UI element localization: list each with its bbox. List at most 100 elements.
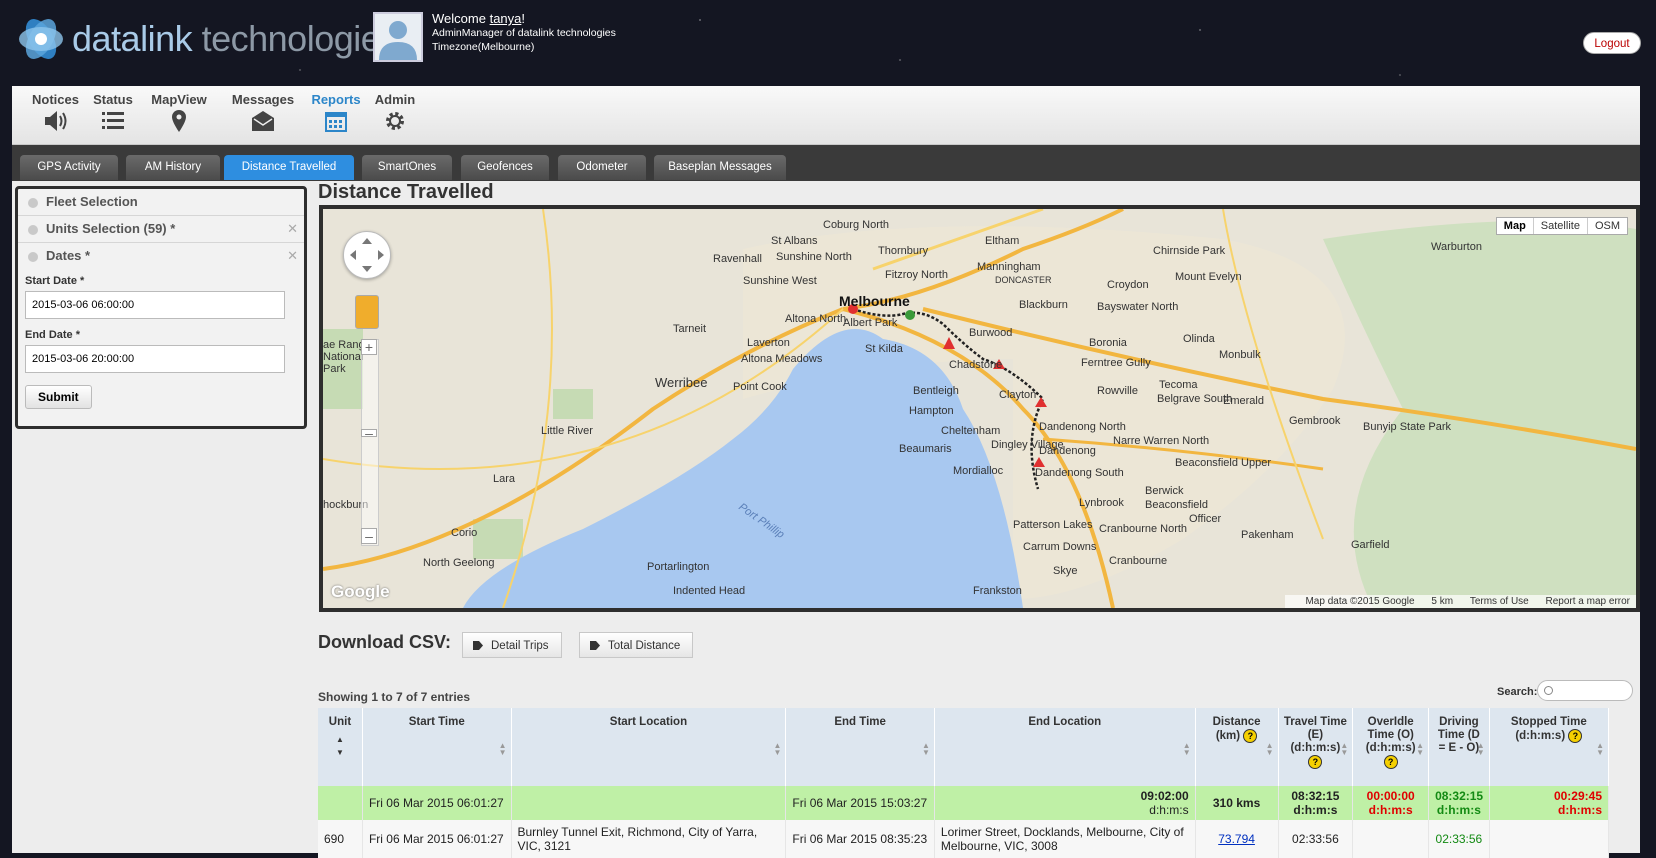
map-label-monbulk: Monbulk xyxy=(1219,349,1261,361)
zoom-slider[interactable] xyxy=(361,339,379,546)
map-label-dandenong-south: Dandenong South xyxy=(1035,467,1124,479)
map-label-portarlington: Portarlington xyxy=(647,561,710,573)
tab-distance-travelled[interactable]: Distance Travelled xyxy=(224,155,354,180)
total-overidle-unit: d:h:m:s xyxy=(1368,803,1413,817)
avatar[interactable] xyxy=(373,12,423,62)
col-end-location-label: End Location xyxy=(1028,716,1102,728)
clear-icon[interactable]: ✕ xyxy=(287,243,298,269)
route-map[interactable]: Melbourne Coburg North Thornbury Eltham … xyxy=(319,205,1640,612)
nav-notices[interactable]: Notices xyxy=(32,92,79,136)
total-elapsed-value: 09:02:00 xyxy=(1140,789,1189,803)
map-pin-icon xyxy=(172,110,186,132)
tab-gps-activity[interactable]: GPS Activity xyxy=(20,155,118,180)
username-link[interactable]: tanya xyxy=(490,11,522,26)
nav-reports[interactable]: Reports xyxy=(308,92,364,136)
map-report-link[interactable]: Report a map error xyxy=(1546,596,1630,607)
street-view-pegman-icon[interactable] xyxy=(355,295,379,329)
row-distance-link[interactable]: 73.794 xyxy=(1218,832,1255,846)
total-distance-button[interactable]: Total Distance xyxy=(579,632,694,658)
table-row[interactable]: 690 Fri 06 Mar 2015 06:01:27 Burnley Tun… xyxy=(318,820,1610,858)
map-label-altona-north: Altona North xyxy=(785,313,847,325)
zoom-slider-handle[interactable]: – xyxy=(361,426,377,440)
start-date-input[interactable] xyxy=(25,291,285,319)
nav-admin-label: Admin xyxy=(374,92,416,107)
nav-mapview[interactable]: MapView xyxy=(150,92,208,136)
map-label-corio: Corio xyxy=(451,527,478,539)
download-csv-label: Download CSV: xyxy=(318,632,452,652)
col-distance[interactable]: Distance (km) ? ▲ ▼ xyxy=(1195,708,1279,786)
map-label-rowville: Rowville xyxy=(1097,385,1138,397)
nav-status[interactable]: Status xyxy=(92,92,134,136)
tab-am-history[interactable]: AM History xyxy=(126,155,220,180)
fleet-selection-header[interactable]: Fleet Selection xyxy=(18,189,304,216)
map-label-skye: Skye xyxy=(1053,565,1078,577)
tab-baseplan-messages[interactable]: Baseplan Messages xyxy=(654,155,786,180)
detail-trips-button[interactable]: Detail Trips xyxy=(462,632,562,658)
tab-geofences[interactable]: Geofences xyxy=(461,155,549,180)
map-type-satellite[interactable]: Satellite xyxy=(1532,218,1587,234)
row-end-time: Fri 06 Mar 2015 08:35:23 xyxy=(785,820,935,858)
col-end-location[interactable]: End Location ▲ ▼ xyxy=(934,708,1196,786)
calendar-icon xyxy=(325,112,347,132)
units-selection-header[interactable]: Units Selection (59) * ✕ xyxy=(18,216,304,243)
brand-logo: datalink technologies xyxy=(16,14,398,64)
map-label-beaumaris: Beaumaris xyxy=(899,443,952,455)
map-label-fitzroy-north: Fitzroy North xyxy=(885,269,948,281)
entries-info: Showing 1 to 7 of 7 entries xyxy=(318,690,471,704)
tab-smartones[interactable]: SmartOnes xyxy=(362,155,452,180)
logout-button[interactable]: Logout xyxy=(1583,32,1641,54)
col-driving-time[interactable]: Driving Time (D = E - O) ▲ ▼ xyxy=(1428,708,1490,786)
tab-odometer[interactable]: Odometer xyxy=(558,155,646,180)
brand-name-part1: datalink xyxy=(72,18,193,59)
pan-control[interactable] xyxy=(343,231,391,279)
map-label-garfield: Garfield xyxy=(1351,539,1390,551)
sort-icon: ▲ ▼ xyxy=(1416,741,1425,757)
help-icon[interactable]: ? xyxy=(1308,755,1323,769)
help-icon[interactable]: ? xyxy=(1568,729,1583,743)
map-type-osm[interactable]: OSM xyxy=(1586,218,1627,234)
gear-icon xyxy=(386,112,404,130)
map-label-bayswater-north: Bayswater North xyxy=(1097,301,1179,313)
clear-icon[interactable]: ✕ xyxy=(287,216,298,242)
datalink-logo-icon xyxy=(19,19,63,59)
nav-mapview-label: MapView xyxy=(151,92,207,107)
dates-header[interactable]: Dates * ✕ xyxy=(18,243,304,269)
page-title: Distance Travelled xyxy=(318,181,494,203)
map-label-laverton: Laverton xyxy=(747,337,790,349)
map-type-map[interactable]: Map xyxy=(1497,218,1533,234)
col-start-time[interactable]: Start Time ▲ ▼ xyxy=(362,708,512,786)
col-unit[interactable]: Unit ▲ ▼ xyxy=(318,708,363,786)
col-start-location[interactable]: Start Location ▲ ▼ xyxy=(511,708,787,786)
nav-reports-label: Reports xyxy=(311,92,361,107)
map-label-dandenong-north: Dandenong North xyxy=(1039,421,1126,433)
help-icon[interactable]: ? xyxy=(1243,729,1258,743)
zoom-out-button[interactable]: – xyxy=(361,528,377,544)
end-date-input[interactable] xyxy=(25,345,285,373)
brand-name: datalink technologies xyxy=(72,18,398,60)
total-overidle: 00:00:00 d:h:m:s xyxy=(1352,786,1430,820)
map-label-lara: Lara xyxy=(493,473,516,485)
total-row: Fri 06 Mar 2015 06:01:27 Fri 06 Mar 2015… xyxy=(318,786,1610,820)
submit-button[interactable]: Submit xyxy=(25,385,92,409)
zoom-in-button[interactable]: + xyxy=(361,339,377,355)
fleet-selection-label: Fleet Selection xyxy=(46,194,138,209)
map-label-cranbourne-north: Cranbourne North xyxy=(1099,523,1188,535)
map-label-burwood: Burwood xyxy=(969,327,1013,339)
map-label-cranbourne: Cranbourne xyxy=(1109,555,1168,567)
map-label-indented-head: Indented Head xyxy=(673,585,746,597)
map-label-bentleigh: Bentleigh xyxy=(913,385,959,397)
col-travel-time[interactable]: Travel Time (E) (d:h:m:s) ? ▲ ▼ xyxy=(1278,708,1354,786)
nav-admin[interactable]: Admin xyxy=(374,92,416,136)
col-overidle-time[interactable]: OverIdle Time (O) (d:h:m:s) ? ▲ ▼ xyxy=(1352,708,1430,786)
nav-messages[interactable]: Messages xyxy=(231,92,295,136)
tag-icon xyxy=(590,641,600,650)
map-label-carrum-downs: Carrum Downs xyxy=(1023,541,1097,553)
col-stopped-time[interactable]: Stopped Time (d:h:m:s) ? ▲ ▼ xyxy=(1489,708,1610,786)
map-label-mount-evelyn: Mount Evelyn xyxy=(1175,271,1242,283)
help-icon[interactable]: ? xyxy=(1383,755,1398,769)
dates-label: Dates * xyxy=(46,248,91,263)
map-label-st-kilda: St Kilda xyxy=(865,343,903,355)
map-terms-link[interactable]: Terms of Use xyxy=(1470,596,1529,607)
col-end-time[interactable]: End Time ▲ ▼ xyxy=(785,708,935,786)
row-driving: 02:33:56 xyxy=(1428,820,1490,858)
